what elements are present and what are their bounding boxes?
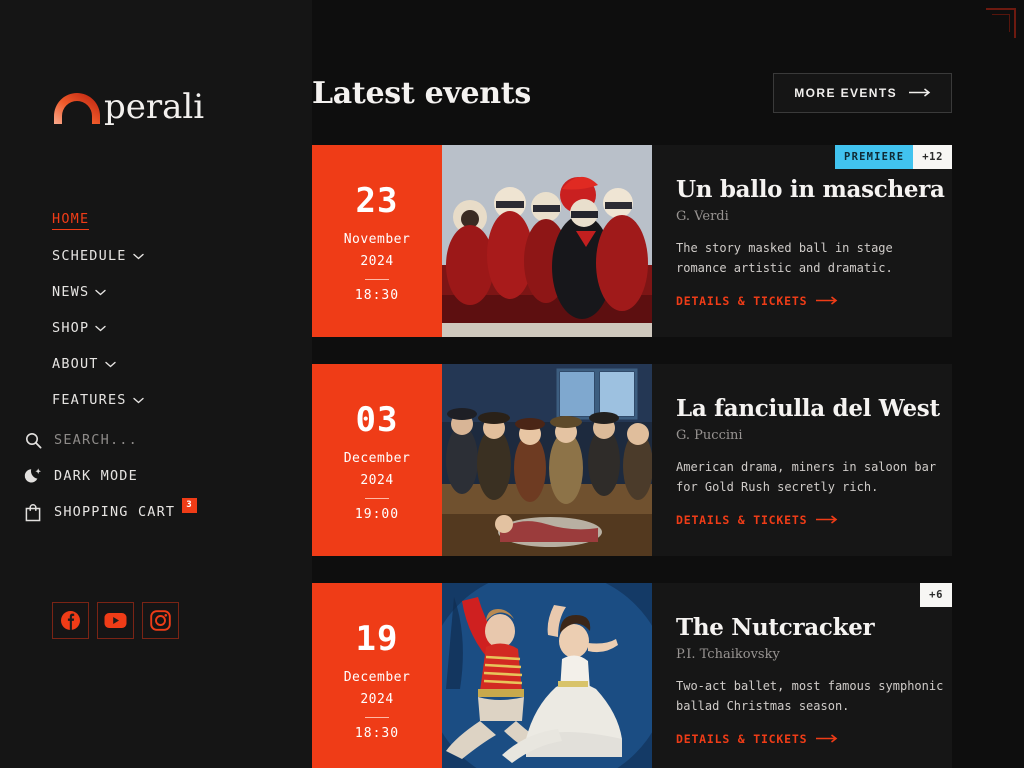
shopping-cart-button[interactable]: SHOPPING CART 3 [20,494,312,530]
chevron-down-icon [95,289,107,296]
event-date-block: 19 December 2024 18:30 [312,583,442,768]
social-links [52,602,312,639]
event-badges: +6 [920,583,952,607]
shopping-cart-label: SHOPPING CART [54,504,176,520]
moon-icon [20,467,46,485]
chevron-down-icon [104,361,116,368]
event-image [442,364,652,556]
details-and-tickets-link[interactable]: DETAILS & TICKETS [676,513,952,527]
event-date-block: 03 December 2024 19:00 [312,364,442,556]
logo[interactable]: perali [52,72,312,124]
sidebar-item-label: NEWS [52,284,90,300]
sidebar-item-shop[interactable]: SHOP [52,310,312,346]
count-badge: +6 [920,583,952,607]
shopping-bag-icon [20,503,46,522]
event-title: The Nutcracker [676,614,875,641]
details-and-tickets-link[interactable]: DETAILS & TICKETS [676,294,952,308]
cart-count-badge: 3 [182,498,197,513]
search-icon [20,432,46,449]
logo-text: perali [104,87,205,127]
events-list: 23 November 2024 18:30 PREMIERE +12 Un b… [312,145,952,768]
event-date-block: 23 November 2024 18:30 [312,145,442,337]
event-description: The story masked ball in stage romance a… [676,241,893,276]
event-composer: G. Verdi [676,209,729,225]
event-month: November [343,231,411,247]
dark-mode-toggle[interactable]: DARK MODE [20,458,312,494]
event-info: La fanciulla del West G. Puccini America… [652,364,952,556]
event-composer: G. Puccini [676,428,743,444]
page-title: Latest events [312,75,531,111]
event-year: 2024 [360,253,394,269]
sidebar-item-home[interactable]: HOME [52,202,312,238]
arch-icon [52,92,102,124]
sidebar-item-label: HOME [52,211,90,230]
divider [365,497,389,499]
chevron-down-icon [132,253,144,260]
event-time: 18:30 [354,287,400,303]
divider [365,278,389,280]
more-events-label: MORE EVENTS [794,86,897,100]
event-card[interactable]: 03 December 2024 19:00 La fanciulla del … [312,364,952,556]
event-year: 2024 [360,691,394,707]
count-badge: +12 [913,145,952,169]
event-time: 18:30 [354,725,400,741]
event-month: December [343,669,411,685]
event-card[interactable]: 19 December 2024 18:30 +6 The Nutcracker… [312,583,952,768]
sidebar-nav: HOME SCHEDULE NEWS SHOP ABOUT FEATURES [52,202,312,418]
arrow-right-icon [816,732,838,746]
details-link-label: DETAILS & TICKETS [676,293,808,308]
details-link-label: DETAILS & TICKETS [676,512,808,527]
arrow-right-icon [816,513,838,527]
event-card[interactable]: 23 November 2024 18:30 PREMIERE +12 Un b… [312,145,952,337]
search-placeholder: SEARCH... [54,432,138,448]
event-composer: P.I. Tchaikovsky [676,647,780,663]
event-year: 2024 [360,472,394,488]
facebook-icon[interactable] [52,602,89,639]
details-link-label: DETAILS & TICKETS [676,731,808,746]
main-content: Latest events MORE EVENTS 23 November 20… [312,0,1024,768]
instagram-icon[interactable] [142,602,179,639]
arrow-right-icon [909,86,931,100]
event-info: +6 The Nutcracker P.I. Tchaikovsky Two-a… [652,583,952,768]
sidebar-item-news[interactable]: NEWS [52,274,312,310]
search-input[interactable]: SEARCH... [20,422,312,458]
sidebar-item-features[interactable]: FEATURES [52,382,312,418]
divider [365,716,389,718]
arrow-right-icon [816,294,838,308]
event-title: Un ballo in maschera [676,176,945,203]
sidebar-item-label: SHOP [52,320,90,336]
event-description: Two-act ballet, most famous symphonic ba… [676,679,944,714]
event-time: 19:00 [354,506,400,522]
sidebar-item-about[interactable]: ABOUT [52,346,312,382]
event-title: La fanciulla del West [676,395,940,422]
event-image [442,145,652,337]
sidebar-item-label: ABOUT [52,356,99,372]
event-description: American drama, miners in saloon bar for… [676,460,937,495]
event-info: PREMIERE +12 Un ballo in maschera G. Ver… [652,145,952,337]
dark-mode-label: DARK MODE [54,468,138,484]
event-day: 19 [355,618,399,659]
event-image [442,583,652,768]
main-header: Latest events MORE EVENTS [312,73,952,113]
event-badges: PREMIERE +12 [835,145,952,169]
details-and-tickets-link[interactable]: DETAILS & TICKETS [676,732,952,746]
more-events-button[interactable]: MORE EVENTS [773,73,952,113]
event-month: December [343,450,411,466]
sidebar-item-schedule[interactable]: SCHEDULE [52,238,312,274]
youtube-icon[interactable] [97,602,134,639]
sidebar-item-label: FEATURES [52,392,127,408]
premiere-badge: PREMIERE [835,145,914,169]
sidebar: perali HOME SCHEDULE NEWS SHOP ABOUT FEA… [0,0,312,768]
event-day: 23 [355,180,399,221]
chevron-down-icon [132,397,144,404]
chevron-down-icon [95,325,107,332]
page-root: perali HOME SCHEDULE NEWS SHOP ABOUT FEA… [0,0,1024,768]
sidebar-item-label: SCHEDULE [52,248,127,264]
event-day: 03 [355,399,399,440]
